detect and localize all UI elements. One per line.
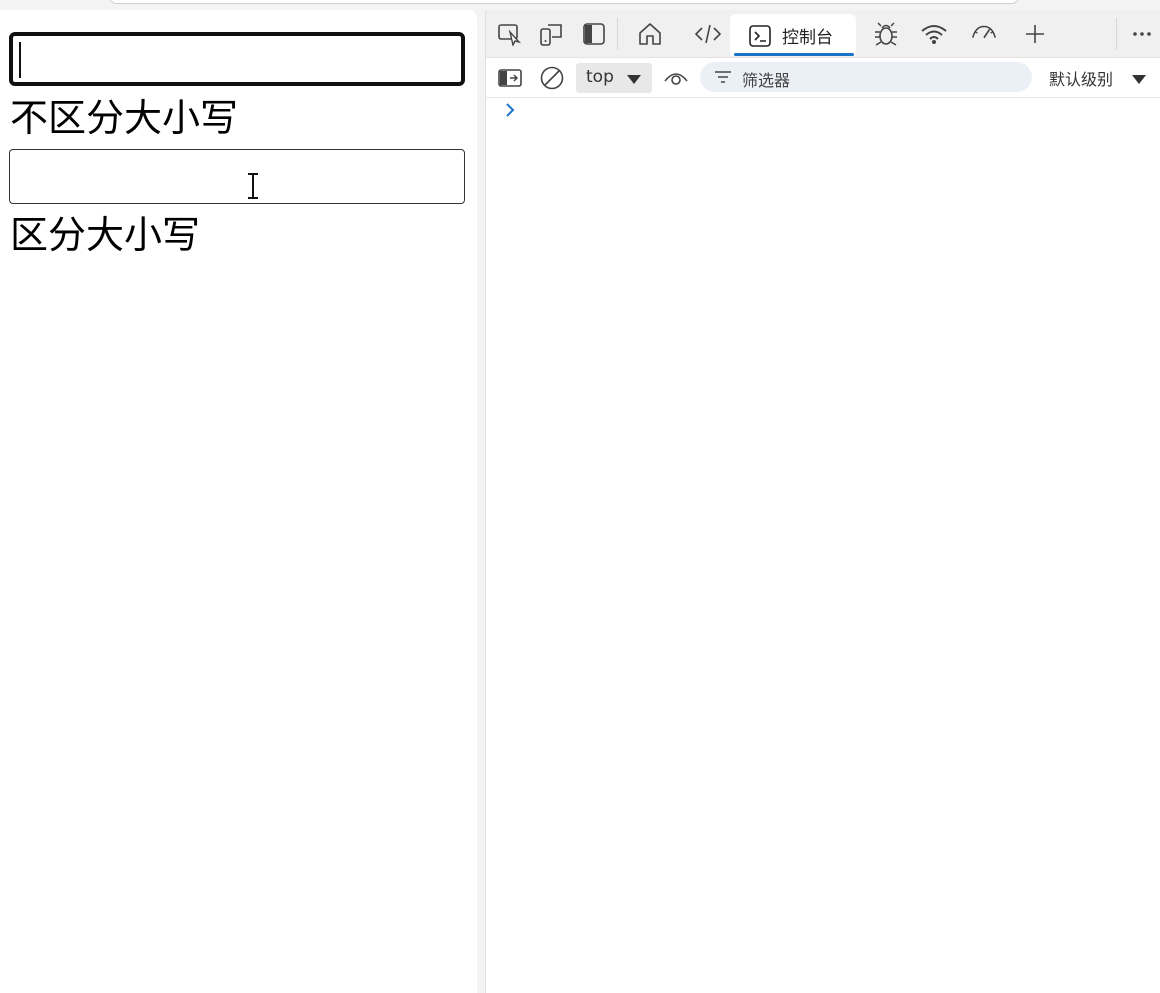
- tab-console[interactable]: 控制台: [730, 14, 856, 56]
- console-toolbar: top 筛选器 默认级别: [486, 58, 1160, 98]
- show-sidebar-icon[interactable]: [496, 64, 524, 92]
- network-wifi-icon[interactable]: [920, 20, 948, 48]
- tab-separator: [1116, 18, 1117, 50]
- performance-gauge-icon[interactable]: [970, 20, 998, 48]
- sources-bug-icon[interactable]: [872, 20, 900, 48]
- case-sensitive-input[interactable]: [9, 149, 465, 204]
- context-selector[interactable]: top: [576, 63, 652, 93]
- web-page: 不区分大小写 区分大小写: [0, 10, 477, 993]
- active-tab-indicator: [734, 53, 854, 56]
- inspect-icon[interactable]: [496, 20, 524, 48]
- more-menu-icon[interactable]: [1128, 20, 1156, 48]
- welcome-home-icon[interactable]: [636, 20, 664, 48]
- tab-separator: [617, 18, 618, 50]
- browser-window: 不区分大小写 区分大小写 控制台 top 筛选器 默认级别: [0, 0, 1160, 993]
- chevron-down-icon[interactable]: [1131, 73, 1147, 85]
- devtools-splitter[interactable]: [477, 10, 485, 993]
- text-cursor-ibeam-icon: [248, 173, 258, 199]
- address-bar-edge[interactable]: [108, 0, 1020, 4]
- chevron-down-icon: [627, 75, 641, 84]
- browser-top-strip: [0, 0, 1160, 10]
- filter-input[interactable]: 筛选器: [700, 62, 1032, 92]
- tab-console-label: 控制台: [782, 28, 833, 48]
- log-level-selector[interactable]: 默认级别: [1049, 66, 1113, 90]
- add-tab-icon[interactable]: [1021, 20, 1049, 48]
- text-caret: [19, 42, 21, 78]
- filter-placeholder: 筛选器: [742, 71, 791, 90]
- device-emulation-icon[interactable]: [538, 20, 566, 48]
- devtools-panel: 控制台 top 筛选器 默认级别: [485, 10, 1160, 993]
- dock-side-icon[interactable]: [580, 20, 608, 48]
- console-prompt-chevron-icon: [506, 103, 515, 117]
- elements-code-icon[interactable]: [694, 20, 722, 48]
- clear-console-icon[interactable]: [538, 64, 566, 92]
- case-sensitive-label: 区分大小写: [10, 213, 201, 257]
- devtools-tab-bar: 控制台: [486, 10, 1160, 58]
- case-insensitive-input[interactable]: [9, 32, 465, 86]
- context-selector-value: top: [586, 67, 614, 87]
- console-icon: [749, 25, 771, 47]
- filter-icon: [715, 71, 731, 83]
- live-expression-eye-icon[interactable]: [662, 64, 690, 92]
- case-insensitive-label: 不区分大小写: [10, 96, 239, 140]
